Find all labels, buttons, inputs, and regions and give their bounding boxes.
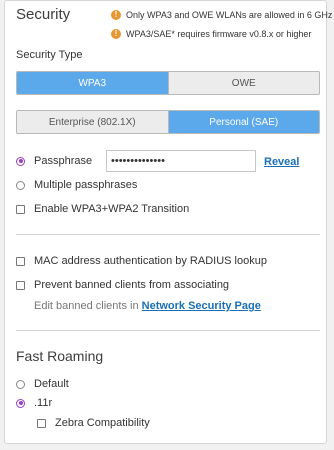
roaming-default-label: Default: [34, 378, 69, 390]
exclamation-icon: !: [111, 10, 121, 20]
edit-banned-hint: Edit banned clients in Network Security …: [34, 300, 261, 312]
wpa3-wpa2-transition-option[interactable]: Enable WPA3+WPA2 Transition: [16, 203, 189, 215]
reveal-link[interactable]: Reveal: [264, 156, 299, 168]
multiple-passphrases-option[interactable]: Multiple passphrases: [16, 179, 137, 191]
warning-text: WPA3/SAE* requires firmware v0.8.x or hi…: [126, 29, 312, 39]
security-type-label: Security Type: [16, 49, 83, 61]
exclamation-icon: !: [111, 29, 121, 39]
mac-auth-label: MAC address authentication by RADIUS loo…: [34, 255, 267, 267]
security-type-wpa3[interactable]: WPA3: [17, 72, 168, 94]
passphrase-radio[interactable]: [16, 156, 25, 166]
prevent-banned-label: Prevent banned clients from associating: [34, 279, 230, 291]
warning-6ghz: ! Only WPA3 and OWE WLANs are allowed in…: [111, 10, 332, 20]
wpa3-wpa2-transition-checkbox[interactable]: [16, 204, 25, 214]
auth-mode-toggle: Enterprise (802.1X) Personal (SAE): [16, 110, 320, 134]
warning-firmware: ! WPA3/SAE* requires firmware v0.8.x or …: [111, 29, 311, 39]
edit-banned-text: Edit banned clients in: [34, 300, 142, 312]
roaming-11r-radio[interactable]: [16, 398, 25, 408]
warning-text: Only WPA3 and OWE WLANs are allowed in 6…: [126, 10, 333, 20]
mac-auth-checkbox[interactable]: [16, 256, 25, 266]
mac-auth-option[interactable]: MAC address authentication by RADIUS loo…: [16, 255, 267, 267]
prevent-banned-checkbox[interactable]: [16, 280, 25, 290]
auth-mode-enterprise[interactable]: Enterprise (802.1X): [17, 111, 168, 133]
security-title: Security: [16, 6, 71, 23]
transition-label: Enable WPA3+WPA2 Transition: [34, 203, 190, 215]
roaming-11r-label: .11r: [34, 397, 53, 409]
multiple-passphrases-label: Multiple passphrases: [34, 179, 138, 191]
roaming-11r-option[interactable]: .11r: [16, 397, 52, 409]
prevent-banned-option[interactable]: Prevent banned clients from associating: [16, 279, 229, 291]
roaming-default-radio[interactable]: [16, 379, 25, 389]
zebra-compatibility-checkbox[interactable]: [37, 418, 46, 428]
fast-roaming-title: Fast Roaming: [16, 348, 104, 364]
passphrase-label: Passphrase: [34, 155, 93, 167]
passphrase-option[interactable]: Passphrase: [16, 155, 92, 167]
network-security-page-link[interactable]: Network Security Page: [142, 300, 261, 312]
roaming-default-option[interactable]: Default: [16, 378, 69, 390]
zebra-compatibility-option[interactable]: Zebra Compatibility: [37, 417, 150, 429]
multiple-passphrases-radio[interactable]: [16, 180, 25, 190]
auth-mode-personal[interactable]: Personal (SAE): [167, 111, 319, 133]
security-type-owe[interactable]: OWE: [167, 72, 319, 94]
divider: [16, 330, 320, 331]
passphrase-input[interactable]: [106, 150, 256, 172]
security-type-toggle: WPA3 OWE: [16, 71, 320, 95]
divider: [16, 234, 320, 235]
zebra-compatibility-label: Zebra Compatibility: [55, 417, 150, 429]
